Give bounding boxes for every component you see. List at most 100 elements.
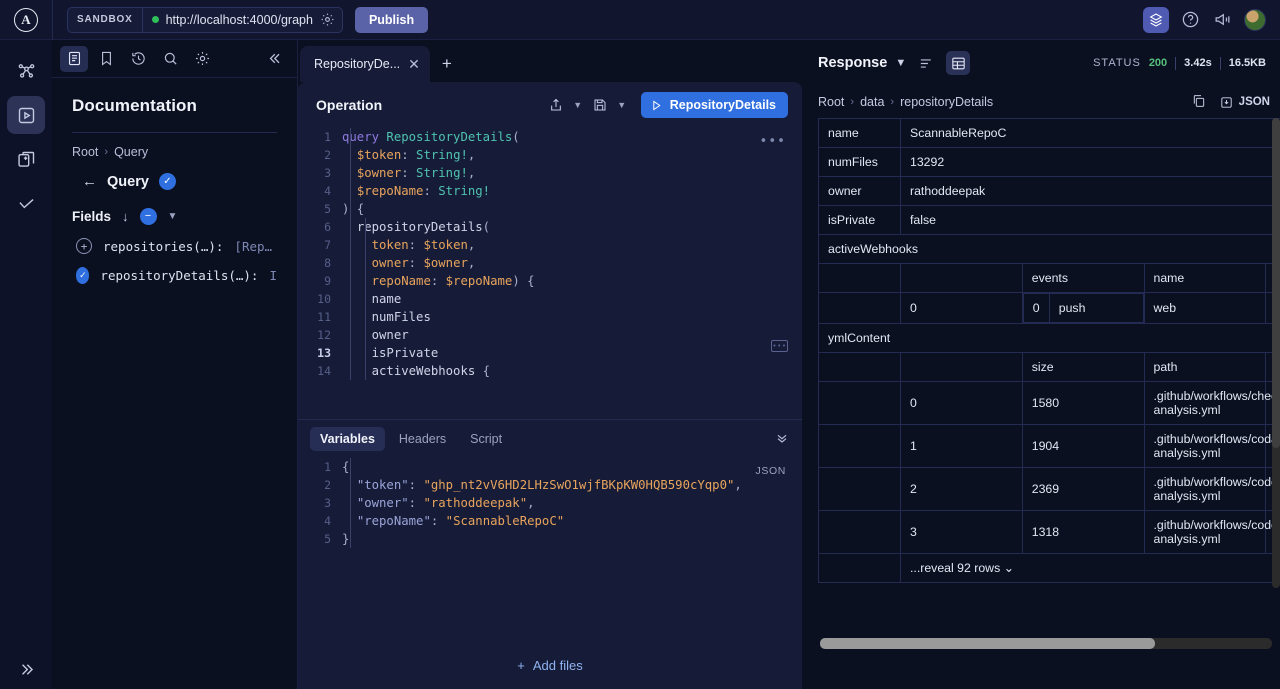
response-status: STATUS 200 3.42s 16.5KB [1093, 56, 1266, 70]
code-line: 5) { [298, 200, 802, 218]
bookmark-icon[interactable] [92, 46, 120, 72]
collapse-panel-icon[interactable] [261, 46, 289, 72]
file-path: .github/workflows/codeql-analysis.yml [1143, 467, 1280, 511]
breadcrumb-root[interactable]: Root [72, 145, 98, 159]
column-header: size [1021, 352, 1145, 382]
table-view-icon[interactable] [946, 51, 971, 75]
row-index: 1 [900, 424, 1023, 468]
tab-headers[interactable]: Headers [389, 427, 456, 451]
expand-rail-button[interactable] [0, 660, 52, 679]
editor-menu-icon[interactable]: ••• [760, 133, 786, 151]
line-number: 3 [324, 166, 331, 180]
gear-icon[interactable] [320, 12, 335, 27]
variables-pane: Variables Headers Script JSON 1{2 "token… [298, 419, 802, 689]
breadcrumb-root[interactable]: Root [818, 95, 844, 109]
chevron-down-icon[interactable]: ▼ [168, 211, 178, 222]
collections-icon[interactable] [7, 140, 45, 178]
code-text: { [342, 460, 350, 474]
response-table-wrap[interactable]: name ScannableRepoC numFiles 13292 owner rath… [818, 118, 1280, 686]
docs-icon[interactable] [60, 45, 88, 72]
code-text: "owner": "rathoddeepak", [356, 496, 535, 510]
scrollbar-thumb[interactable] [820, 638, 1155, 649]
divider [1175, 56, 1177, 70]
history-icon[interactable] [124, 46, 152, 72]
explorer-icon[interactable] [7, 96, 45, 134]
close-icon[interactable]: ✕ [408, 56, 420, 73]
copy-icon[interactable] [1191, 93, 1207, 112]
breadcrumb-query[interactable]: Query [114, 145, 148, 159]
checks-icon[interactable] [7, 184, 45, 222]
column-header: path [1143, 352, 1267, 382]
megaphone-icon[interactable] [1212, 9, 1233, 30]
field-repositories[interactable]: + repositories(…): [Rep… [76, 238, 277, 254]
current-type-name: Query [107, 173, 149, 190]
line-number: 3 [324, 496, 331, 510]
endpoint-url[interactable]: http://localhost:4000/graph [166, 13, 313, 27]
table-row: isPrivate false [818, 205, 1280, 235]
back-arrow-icon[interactable]: ← [82, 173, 97, 190]
play-icon [653, 100, 661, 110]
chevron-down-icon[interactable]: ▼ [571, 100, 585, 110]
tab-script[interactable]: Script [460, 427, 512, 451]
chevron-down-icon[interactable]: ▼ [615, 100, 629, 110]
code-line: 4 "repoName": "ScannableRepoC" [298, 512, 802, 530]
search-icon[interactable] [156, 46, 184, 72]
code-line: 5} [298, 530, 802, 548]
column-header: name [1143, 263, 1267, 293]
minus-icon[interactable]: − [139, 208, 157, 225]
operation-editor[interactable]: ••• ••• 1 query RepositoryDetails(2 $toke… [298, 128, 802, 419]
spacer-cell [818, 352, 901, 382]
plus-icon[interactable]: + [76, 238, 92, 254]
save-icon[interactable] [589, 93, 611, 117]
code-line: 12 owner [298, 326, 802, 344]
line-number: 6 [324, 220, 331, 234]
indent-guide [350, 458, 351, 548]
publish-button[interactable]: Publish [354, 6, 429, 33]
collapse-variables-icon[interactable] [774, 430, 790, 449]
file-size: 2369 [1021, 467, 1145, 511]
settings-icon[interactable] [188, 46, 216, 72]
raw-view-icon[interactable] [914, 51, 938, 75]
response-vertical-scrollbar[interactable] [1272, 118, 1280, 588]
field-key: isPrivate [818, 205, 901, 235]
code-line: 9 repoName: $repoName) { [298, 272, 802, 290]
cube-icon[interactable] [1143, 6, 1169, 33]
endpoint-bar[interactable]: SANDBOX http://localhost:4000/graph [67, 6, 343, 33]
field-repository-details[interactable]: ✓ repositoryDetails(…): I [76, 267, 277, 284]
response-size: 16.5KB [1228, 57, 1266, 69]
connection-status-dot [151, 16, 159, 23]
response-breadcrumb: Root › data › repositoryDetails JSON [810, 86, 1280, 118]
avatar[interactable] [1244, 8, 1266, 31]
table-header-row: sizepathurl [818, 352, 1280, 382]
group-label: activeWebhooks [818, 234, 1280, 264]
app-logo[interactable]: A [0, 7, 52, 32]
table-row: 2 2369 .github/workflows/codeql-analysis.y… [818, 467, 1280, 511]
graph-icon[interactable] [7, 52, 45, 90]
line-number: 5 [324, 532, 331, 546]
response-horizontal-scrollbar[interactable] [820, 638, 1272, 649]
sort-down-icon[interactable]: ↓ [122, 209, 129, 224]
tab-variables[interactable]: Variables [310, 427, 385, 451]
reveal-rows-button[interactable]: ...reveal 92 rows ⌄ [900, 553, 1280, 583]
scrollbar-thumb[interactable] [1272, 118, 1280, 448]
check-icon[interactable]: ✓ [76, 267, 90, 284]
spacer-cell [818, 553, 901, 583]
add-tab-button[interactable]: + [430, 46, 464, 82]
line-number: 9 [324, 274, 331, 288]
divider [72, 132, 277, 133]
run-operation-button[interactable]: RepositoryDetails [640, 92, 788, 118]
line-number: 1 [324, 460, 331, 474]
indent-guide [365, 218, 366, 380]
breadcrumb-data[interactable]: data [860, 95, 884, 109]
breadcrumb-repository-details[interactable]: repositoryDetails [900, 95, 993, 109]
documentation-panel: Documentation Root › Query ← Query ✓ Fie… [52, 40, 298, 689]
download-json-button[interactable]: JSON [1219, 95, 1270, 110]
check-icon[interactable]: ✓ [158, 173, 176, 190]
tab-repository-details[interactable]: RepositoryDe... ✕ [300, 46, 430, 82]
share-icon[interactable] [545, 93, 567, 117]
code-text: numFiles [371, 310, 431, 324]
chevron-down-icon[interactable]: ▼ [895, 57, 906, 69]
variables-format-label: JSON [755, 465, 786, 477]
help-icon[interactable] [1180, 9, 1201, 30]
add-files-button[interactable]: + Add files [298, 641, 802, 689]
